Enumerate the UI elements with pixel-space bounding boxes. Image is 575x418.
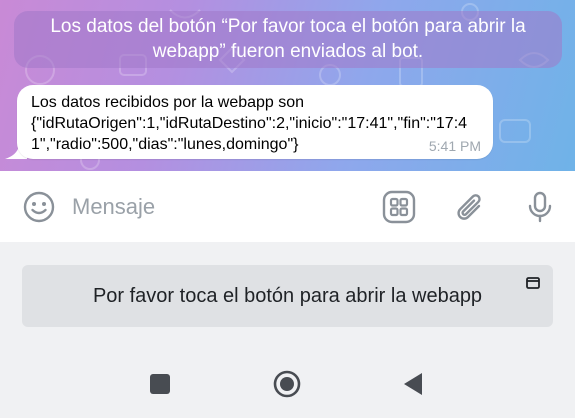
bot-keyboard-panel: Por favor toca el botón para abrir la we… bbox=[0, 242, 575, 342]
message-input[interactable] bbox=[72, 189, 362, 225]
recents-icon[interactable] bbox=[145, 369, 175, 399]
incoming-message-bubble[interactable]: Los datos recibidos por la webapp son {"… bbox=[17, 85, 493, 159]
chat-area[interactable]: Los datos del botón “Por favor toca el b… bbox=[0, 0, 575, 171]
open-webapp-button[interactable]: Por favor toca el botón para abrir la we… bbox=[22, 265, 553, 327]
message-time: 5:41 PM bbox=[428, 138, 481, 154]
message-text: Los datos recibidos por la webapp son {"… bbox=[31, 94, 468, 153]
webapp-icon bbox=[526, 277, 540, 289]
system-navigation-bar bbox=[0, 342, 575, 418]
service-message: Los datos del botón “Por favor toca el b… bbox=[14, 11, 562, 68]
message-input-bar bbox=[0, 171, 575, 242]
microphone-icon[interactable] bbox=[523, 190, 557, 224]
home-icon[interactable] bbox=[272, 369, 302, 399]
bot-keyboard-icon[interactable] bbox=[382, 190, 416, 224]
open-webapp-button-label: Por favor toca el botón para abrir la we… bbox=[92, 285, 483, 307]
back-icon[interactable] bbox=[398, 369, 428, 399]
attach-icon[interactable] bbox=[452, 190, 486, 224]
telegram-screen: Los datos del botón “Por favor toca el b… bbox=[0, 0, 575, 418]
emoji-icon[interactable] bbox=[22, 190, 56, 224]
